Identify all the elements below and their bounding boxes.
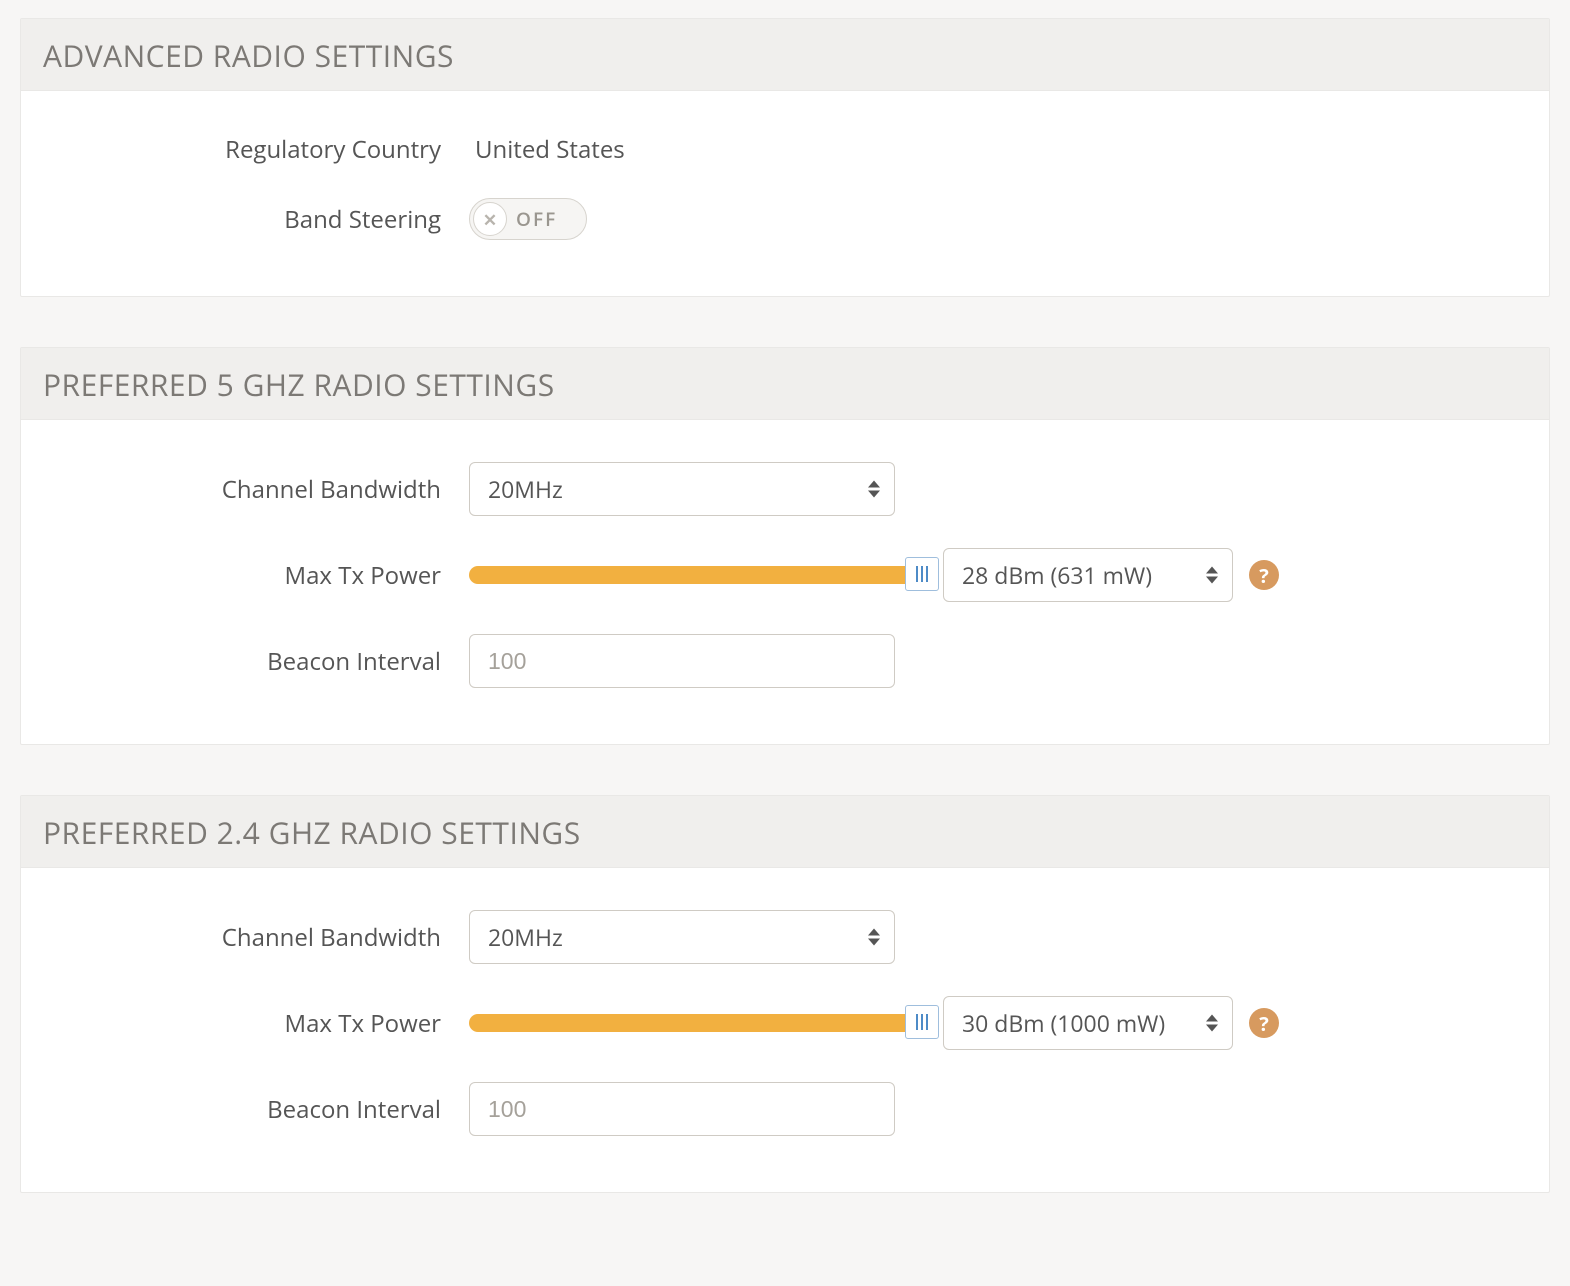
row-5ghz-bandwidth: Channel Bandwidth 20MHz <box>43 446 1527 532</box>
select-5ghz-bandwidth[interactable]: 20MHz <box>469 462 895 516</box>
label-24ghz-txpower: Max Tx Power <box>43 1007 469 1040</box>
slider-track <box>469 566 921 584</box>
chevron-updown-icon <box>868 929 880 946</box>
select-value-5ghz-txpower: 28 dBm (631 mW) <box>962 559 1152 591</box>
label-5ghz-beacon: Beacon Interval <box>43 645 469 678</box>
value-regulatory-country: United States <box>469 133 625 166</box>
section-title-advanced: ADVANCED RADIO SETTINGS <box>43 35 1527 76</box>
slider-handle-5ghz[interactable] <box>905 557 939 591</box>
select-24ghz-txpower[interactable]: 30 dBm (1000 mW) <box>943 996 1233 1050</box>
panel-advanced-radio: ADVANCED RADIO SETTINGS Regulatory Count… <box>20 18 1550 297</box>
slider-5ghz-txpower[interactable] <box>469 565 921 585</box>
row-24ghz-beacon: Beacon Interval <box>43 1066 1527 1152</box>
input-24ghz-beacon[interactable] <box>469 1082 895 1136</box>
select-value-24ghz-txpower: 30 dBm (1000 mW) <box>962 1007 1165 1039</box>
input-5ghz-beacon[interactable] <box>469 634 895 688</box>
panel-header-advanced: ADVANCED RADIO SETTINGS <box>21 19 1549 91</box>
row-5ghz-txpower: Max Tx Power 28 dBm (631 mW) ? <box>43 532 1527 618</box>
panel-header-24ghz: PREFERRED 2.4 GHZ RADIO SETTINGS <box>21 796 1549 868</box>
label-24ghz-beacon: Beacon Interval <box>43 1093 469 1126</box>
select-value-24ghz-bandwidth: 20MHz <box>488 921 563 953</box>
label-5ghz-txpower: Max Tx Power <box>43 559 469 592</box>
select-value-5ghz-bandwidth: 20MHz <box>488 473 563 505</box>
toggle-band-steering[interactable]: ✕ OFF <box>469 198 587 240</box>
slider-24ghz-txpower[interactable] <box>469 1013 921 1033</box>
label-5ghz-bandwidth: Channel Bandwidth <box>43 473 469 506</box>
section-title-5ghz: PREFERRED 5 GHZ RADIO SETTINGS <box>43 364 1527 405</box>
chevron-updown-icon <box>1206 567 1218 584</box>
slider-handle-24ghz[interactable] <box>905 1005 939 1039</box>
grip-icon <box>916 1014 928 1030</box>
panel-5ghz: PREFERRED 5 GHZ RADIO SETTINGS Channel B… <box>20 347 1550 745</box>
row-band-steering: Band Steering ✕ OFF <box>43 182 1527 256</box>
toggle-state-text: OFF <box>516 206 557 232</box>
close-icon: ✕ <box>483 211 497 228</box>
row-24ghz-bandwidth: Channel Bandwidth 20MHz <box>43 894 1527 980</box>
panel-24ghz: PREFERRED 2.4 GHZ RADIO SETTINGS Channel… <box>20 795 1550 1193</box>
row-regulatory-country: Regulatory Country United States <box>43 117 1527 182</box>
help-icon[interactable]: ? <box>1249 1008 1279 1038</box>
panel-header-5ghz: PREFERRED 5 GHZ RADIO SETTINGS <box>21 348 1549 420</box>
select-24ghz-bandwidth[interactable]: 20MHz <box>469 910 895 964</box>
label-band-steering: Band Steering <box>43 203 469 236</box>
chevron-updown-icon <box>868 481 880 498</box>
label-24ghz-bandwidth: Channel Bandwidth <box>43 921 469 954</box>
row-24ghz-txpower: Max Tx Power 30 dBm (1000 mW) <box>43 980 1527 1066</box>
chevron-updown-icon <box>1206 1015 1218 1032</box>
row-5ghz-beacon: Beacon Interval <box>43 618 1527 704</box>
slider-track <box>469 1014 921 1032</box>
select-5ghz-txpower[interactable]: 28 dBm (631 mW) <box>943 548 1233 602</box>
help-icon[interactable]: ? <box>1249 560 1279 590</box>
section-title-24ghz: PREFERRED 2.4 GHZ RADIO SETTINGS <box>43 812 1527 853</box>
toggle-knob: ✕ <box>473 202 507 236</box>
grip-icon <box>916 566 928 582</box>
label-regulatory-country: Regulatory Country <box>43 133 469 166</box>
